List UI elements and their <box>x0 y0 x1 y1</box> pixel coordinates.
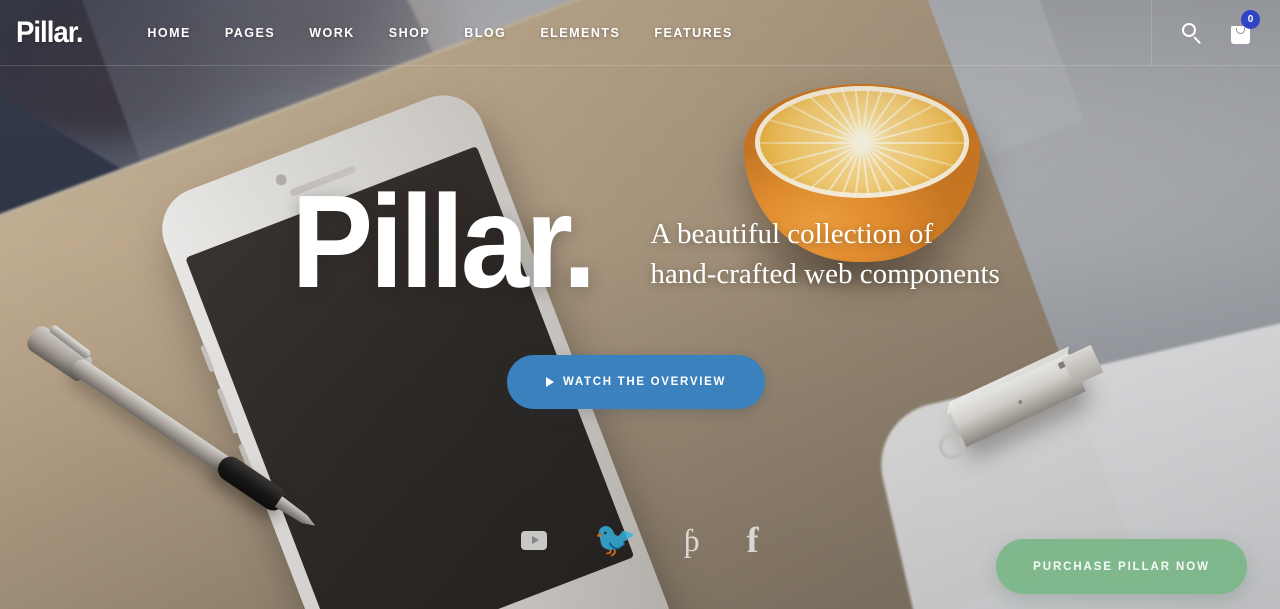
youtube-icon-box <box>521 530 548 550</box>
main-navigation: HOME PAGES WORK SHOP BLOG ELEMENTS FEATU… <box>130 26 749 40</box>
hero-tagline: A beautiful collection of hand-crafted w… <box>650 217 1000 290</box>
cart-button[interactable]: 0 <box>1229 10 1260 44</box>
shopping-bag-handle <box>1236 28 1245 34</box>
hero-wordmark: Pillar. <box>291 168 596 315</box>
youtube-icon-play <box>531 536 539 544</box>
nav-item-features[interactable]: FEATURES <box>637 26 749 40</box>
nav-item-home[interactable]: HOME <box>130 26 208 40</box>
cart-count-badge: 0 <box>1241 10 1260 29</box>
search-icon-ring <box>1182 23 1196 37</box>
purchase-pillar-button[interactable]: PURCHASE PILLAR NOW <box>996 539 1247 594</box>
header-actions: 0 <box>1151 0 1280 66</box>
search-icon[interactable] <box>1181 22 1203 45</box>
pinterest-icon[interactable]: ƥ <box>684 524 700 556</box>
nav-item-elements[interactable]: ELEMENTS <box>523 26 637 40</box>
nav-item-pages[interactable]: PAGES <box>208 26 292 40</box>
play-icon <box>545 377 554 387</box>
nav-item-work[interactable]: WORK <box>292 26 372 40</box>
nav-item-blog[interactable]: BLOG <box>447 26 523 40</box>
site-logo[interactable]: Pillar. <box>16 17 84 48</box>
nav-item-shop[interactable]: SHOP <box>372 26 447 40</box>
page-stage: Pillar. HOME PAGES WORK SHOP BLOG ELEMEN… <box>0 0 1280 609</box>
hero-section: Pillar. A beautiful collection of hand-c… <box>0 0 1280 609</box>
hero-title-row: Pillar. A beautiful collection of hand-c… <box>0 176 1280 308</box>
search-icon-handle <box>1193 36 1202 45</box>
facebook-icon[interactable]: f <box>747 522 759 558</box>
watch-overview-label: WATCH THE OVERVIEW <box>562 376 727 388</box>
twitter-icon[interactable]: 🐦 <box>594 523 636 557</box>
watch-overview-button[interactable]: WATCH THE OVERVIEW <box>507 355 765 409</box>
site-header: Pillar. HOME PAGES WORK SHOP BLOG ELEMEN… <box>0 0 1280 66</box>
youtube-icon[interactable] <box>521 530 548 550</box>
